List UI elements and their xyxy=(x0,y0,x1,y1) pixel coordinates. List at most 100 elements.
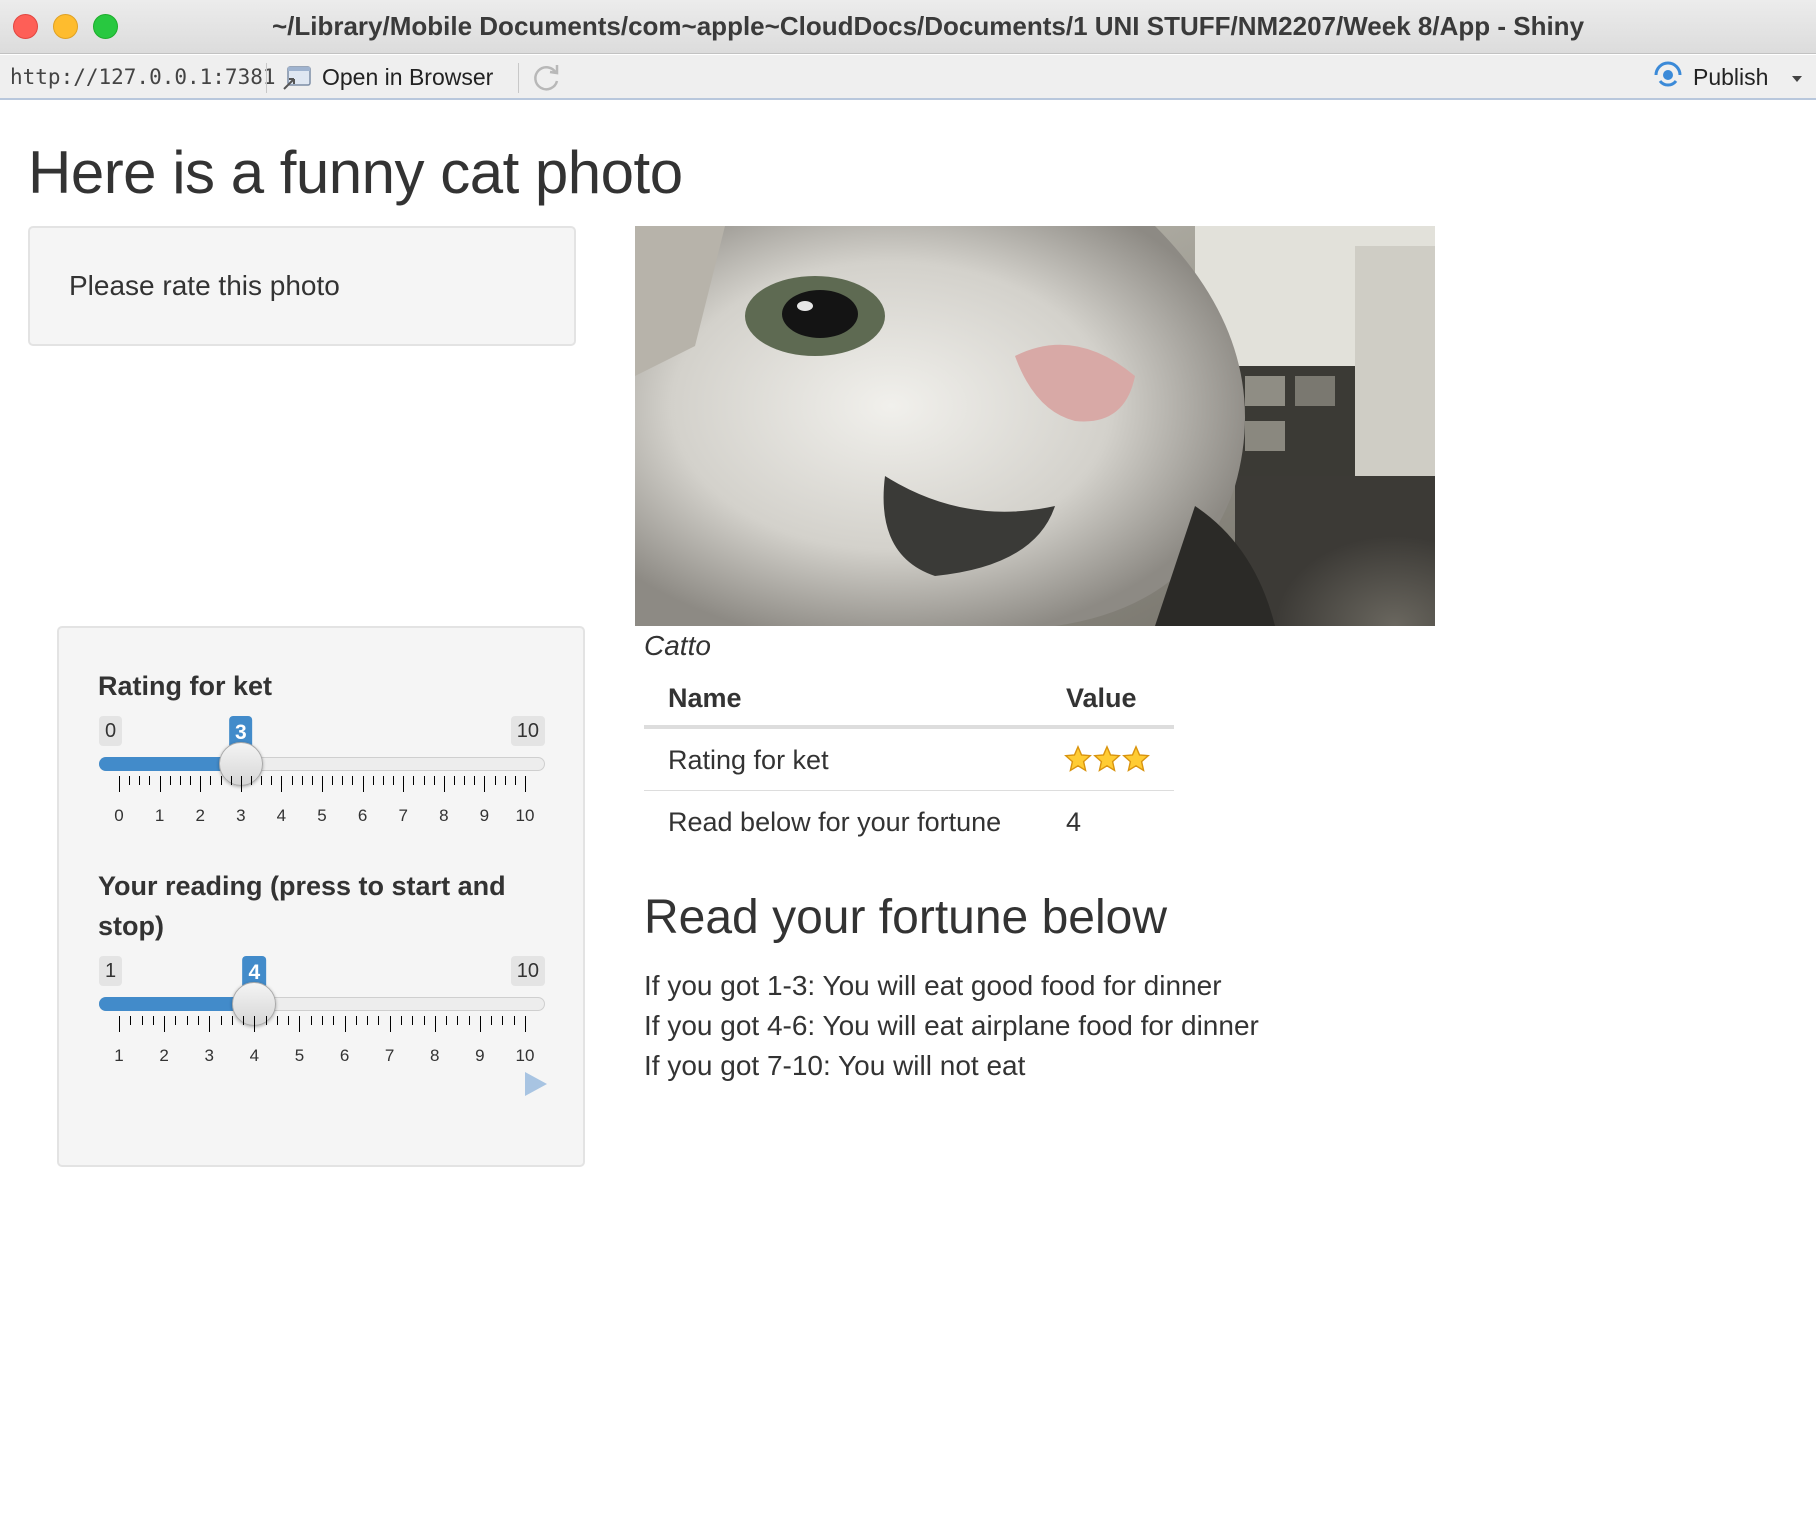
minor-tick xyxy=(342,776,344,785)
tick-label: 4 xyxy=(276,806,287,825)
minor-tick xyxy=(152,1016,154,1025)
minor-tick xyxy=(504,776,506,785)
major-tick xyxy=(525,776,526,792)
tick-label: 9 xyxy=(475,1046,485,1065)
minor-tick xyxy=(514,776,516,785)
window-title: ~/Library/Mobile Documents/com~apple~Clo… xyxy=(271,11,1585,41)
minor-tick xyxy=(382,776,384,785)
minor-tick xyxy=(291,776,293,785)
table-header-row: Name Value xyxy=(644,674,1174,728)
slider-max-label: 10 xyxy=(510,716,545,746)
major-tick xyxy=(200,776,202,792)
play-animation-button[interactable] xyxy=(523,1070,549,1098)
table-header-name: Name xyxy=(668,683,742,713)
tick-label: 1 xyxy=(114,1046,124,1065)
publish-icon xyxy=(1652,61,1684,95)
table-cell-name: Read below for your fortune xyxy=(668,807,1002,837)
minor-tick xyxy=(423,776,425,785)
tick-label: 8 xyxy=(439,806,449,825)
minor-tick xyxy=(372,776,374,785)
open-in-browser-label: Open in Browser xyxy=(322,64,494,90)
major-tick xyxy=(525,1016,526,1032)
slider-min-label: 0 xyxy=(99,716,123,746)
tick-label: 7 xyxy=(384,1046,395,1065)
major-tick xyxy=(119,1016,120,1032)
star-icon xyxy=(1093,745,1121,772)
minor-tick xyxy=(310,1016,312,1025)
play-icon xyxy=(525,1072,547,1096)
minor-tick xyxy=(400,1016,402,1025)
refresh-icon[interactable] xyxy=(530,61,564,95)
toolbar-separator xyxy=(518,63,519,93)
tick-label: 3 xyxy=(204,1046,214,1065)
table-row: Read below for your fortune 4 xyxy=(644,790,1174,852)
major-tick xyxy=(299,1016,301,1032)
minor-tick xyxy=(464,776,466,785)
minor-tick xyxy=(139,776,141,785)
minor-tick xyxy=(468,1016,470,1025)
minor-tick xyxy=(220,1016,222,1025)
minor-tick xyxy=(265,1016,267,1025)
minor-tick xyxy=(186,1016,188,1025)
major-tick xyxy=(389,1016,391,1032)
url-display: http://127.0.0.1:7381 xyxy=(10,65,276,89)
minor-tick xyxy=(433,776,435,785)
tick-label: 1 xyxy=(154,806,165,825)
tick-label: 7 xyxy=(398,806,408,825)
minor-tick xyxy=(250,776,252,785)
rating-slider-label: Rating for ket xyxy=(98,671,273,701)
minor-tick xyxy=(169,776,171,785)
tick-label: 10 xyxy=(515,806,535,825)
open-in-browser-icon xyxy=(282,65,312,91)
reading-slider[interactable]: 1 10 4 1 2 3 4 5 6 7 8 9 10 xyxy=(99,956,545,1086)
minor-tick xyxy=(190,776,192,785)
chevron-down-icon[interactable] xyxy=(1788,72,1806,84)
minor-tick xyxy=(271,776,273,785)
minor-tick xyxy=(494,776,496,785)
major-tick xyxy=(443,776,445,792)
tick-label: 8 xyxy=(430,1046,440,1065)
table-header-value: Value xyxy=(1066,683,1137,713)
minor-tick xyxy=(378,1016,380,1025)
minor-tick xyxy=(130,1016,132,1025)
viewer-toolbar: http://127.0.0.1:7381 Open in Browser Pu… xyxy=(0,55,1816,100)
minor-tick xyxy=(513,1016,515,1025)
minor-tick xyxy=(179,776,181,785)
minor-tick xyxy=(197,1016,199,1025)
minor-tick xyxy=(210,776,212,785)
fortune-line: If you got 1-3: You will eat good food f… xyxy=(644,970,1222,1001)
prompt-panel: Please rate this photo xyxy=(28,226,576,346)
minor-tick xyxy=(311,776,313,785)
major-tick xyxy=(209,1016,211,1032)
minor-tick xyxy=(129,776,131,785)
results-table: Name Value Rating for ket Read below for… xyxy=(644,674,1174,852)
tick-label: 5 xyxy=(294,1046,305,1065)
minor-tick xyxy=(231,1016,233,1025)
minor-tick xyxy=(355,1016,357,1025)
minor-tick xyxy=(322,1016,323,1025)
minor-tick xyxy=(276,1016,278,1025)
minor-tick xyxy=(261,776,263,785)
minor-tick xyxy=(413,776,415,785)
minor-tick xyxy=(333,1016,335,1025)
tick-label: 2 xyxy=(195,806,205,825)
page-title: Here is a funny cat photo xyxy=(28,139,683,206)
image-caption: Catto xyxy=(644,630,711,661)
window-titlebar: ~/Library/Mobile Documents/com~apple~Clo… xyxy=(0,0,1816,54)
major-tick xyxy=(164,1016,166,1032)
minor-tick xyxy=(474,776,476,785)
toolbar-separator xyxy=(266,63,267,93)
major-tick xyxy=(403,776,405,792)
minor-tick xyxy=(220,776,222,785)
publish-button[interactable]: Publish xyxy=(1652,55,1768,100)
reading-slider-label: Your reading (press to start and stop) xyxy=(98,871,506,941)
tick-label: 9 xyxy=(479,806,490,825)
minor-tick xyxy=(352,776,354,785)
tick-label: 2 xyxy=(159,1046,169,1065)
minor-tick xyxy=(502,1016,504,1025)
rating-slider[interactable]: 0 10 3 0 1 2 3 4 5 6 7 8 9 10 xyxy=(99,716,545,846)
slider-min-label: 1 xyxy=(99,956,123,986)
tick-label: 5 xyxy=(317,806,327,825)
open-in-browser-button[interactable]: Open in Browser xyxy=(282,55,493,100)
slider-panel: Rating for ket 0 10 3 0 1 2 3 4 5 6 7 8 9 10 Your … xyxy=(57,626,585,1167)
